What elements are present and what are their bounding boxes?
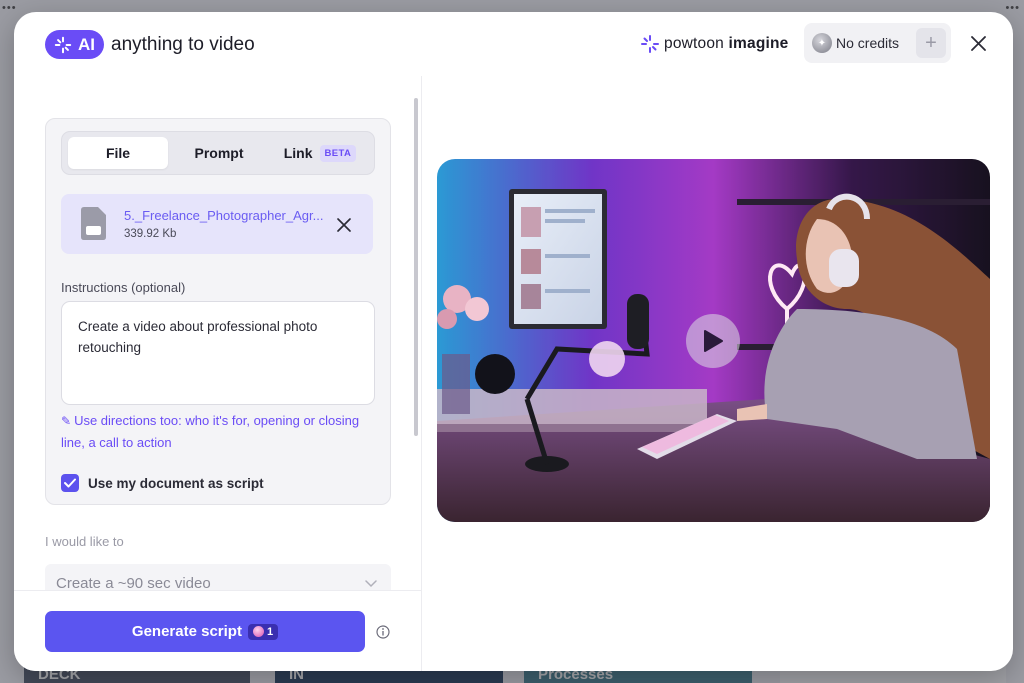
- hint-text: Use directions too: who it's for, openin…: [61, 413, 360, 450]
- close-button[interactable]: [967, 32, 989, 54]
- tab-link[interactable]: Link BETA: [270, 137, 370, 169]
- use-document-option[interactable]: Use my document as script: [61, 474, 264, 492]
- panel-scrollbar[interactable]: [414, 98, 418, 436]
- file-name: 5._Freelance_Photographer_Agr...: [124, 208, 324, 223]
- credit-cost: 1: [266, 625, 274, 638]
- tab-label: File: [105, 145, 131, 161]
- credits-label: No credits: [836, 35, 900, 51]
- sparkle-icon: [54, 36, 72, 53]
- uploaded-file: 5._Freelance_Photographer_Agr... 339.92 …: [61, 194, 373, 254]
- document-icon: [81, 207, 106, 240]
- file-size: 339.92 Kb: [124, 228, 177, 240]
- tab-prompt[interactable]: Prompt: [169, 137, 269, 169]
- credit-coin-icon: ✦: [812, 33, 832, 53]
- play-button[interactable]: [686, 314, 740, 368]
- video-length-value: Create a ~90 sec video: [56, 575, 211, 590]
- play-icon: [704, 330, 723, 352]
- credit-gem-icon: [252, 626, 264, 637]
- instructions-hint: ✎ Use directions too: who it's for, openi…: [61, 410, 379, 453]
- chevron-down-icon: [365, 580, 377, 588]
- powtoon-imagine-logo: powtoon imagine: [640, 34, 789, 54]
- video-length-label: I would like to: [45, 534, 124, 549]
- beta-badge: BETA: [319, 144, 357, 162]
- tab-label: Prompt: [194, 145, 244, 161]
- video-preview[interactable]: [437, 159, 990, 522]
- sparkle-icon: [641, 35, 659, 53]
- instructions-label: Instructions (optional): [61, 280, 186, 295]
- panel-divider: [421, 76, 422, 671]
- settings-panel: File Prompt Link BETA 5._Freelance_Photog…: [14, 76, 421, 590]
- brand-suffix: imagine: [728, 35, 789, 52]
- video-length-select[interactable]: Create a ~90 sec video: [45, 564, 391, 590]
- info-icon[interactable]: [376, 625, 390, 639]
- instructions-textarea[interactable]: Create a video about professional photo …: [61, 301, 375, 405]
- modal-title: anything to video: [111, 33, 255, 55]
- ai-badge-label: AI: [78, 34, 95, 54]
- tab-file[interactable]: File: [68, 137, 168, 169]
- ai-badge: AI: [45, 30, 104, 59]
- check-icon: [64, 478, 76, 488]
- close-icon: [970, 35, 986, 51]
- credits-widget: ✦ No credits +: [804, 23, 951, 63]
- header-logo: AI anything to video: [45, 30, 255, 59]
- use-document-label: Use my document as script: [88, 475, 264, 491]
- add-credits-button[interactable]: +: [916, 28, 946, 58]
- brand-prefix: powtoon: [664, 35, 725, 52]
- generate-label: Generate script: [131, 623, 242, 640]
- source-card: File Prompt Link BETA 5._Freelance_Photog…: [45, 118, 391, 505]
- anything-to-video-modal: AI anything to video powtoon imagine ✦ N…: [14, 12, 1013, 671]
- footer: Generate script 1: [14, 590, 421, 671]
- pencil-icon: ✎: [61, 414, 72, 428]
- tab-label: Link: [283, 145, 313, 161]
- generate-script-button[interactable]: Generate script 1: [45, 611, 365, 652]
- source-tabs: File Prompt Link BETA: [61, 131, 375, 175]
- remove-file-button[interactable]: [336, 217, 352, 233]
- credit-cost-badge: 1: [247, 623, 279, 640]
- use-document-checkbox[interactable]: [61, 474, 79, 492]
